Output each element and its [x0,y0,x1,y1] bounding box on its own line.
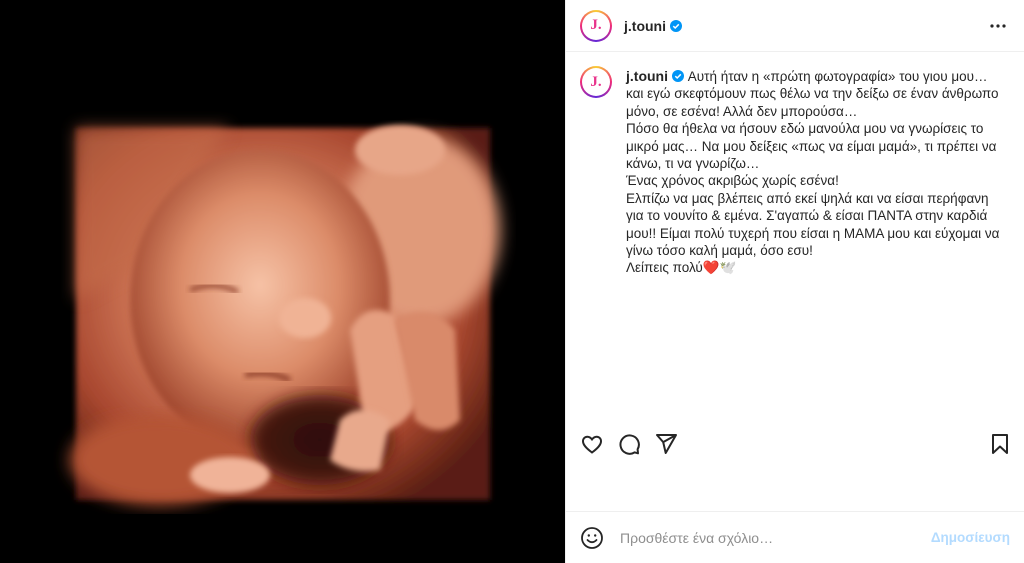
more-options-button[interactable] [986,14,1010,38]
caption-last-line-text: Λείπεις πολύ [626,260,703,276]
caption-line: Ένας χρόνος ακριβώς χωρίς εσένα! [626,173,839,189]
caption-first-line: j.touni Αυτή ήταν η «πρώτη φωτογραφία» τ… [626,68,999,85]
heart-dove-emoji-icon: ❤️🕊️ [702,260,737,276]
caption-line: και εγώ σκεφτόμουν πως θέλω να την δείξω… [626,86,999,102]
post-side-panel: J. j.touni J. j.touni Αυτή ήταν η «πρώτη… [565,0,1024,563]
caption-username-link[interactable]: j.touni [626,68,668,84]
avatar-logo-text: J. [590,17,602,33]
verified-badge-icon [670,19,682,32]
caption-text: j.touni Αυτή ήταν η «πρώτη φωτογραφία» τ… [626,68,999,277]
caption-avatar-inner: J. [582,68,610,96]
caption-line: Πόσο θα ήθελα να ήσουν εδώ μανούλα μου ν… [626,121,984,137]
emoji-picker-icon[interactable] [580,526,604,550]
post-header: J. j.touni [566,0,1024,52]
heart-icon[interactable] [580,432,604,456]
caption-first-line-text: Αυτή ήταν η «πρώτη φωτογραφία» του γιου … [684,69,988,84]
post-image[interactable] [0,0,565,563]
comment-input[interactable] [618,528,931,547]
caption-verified-badge-icon [672,70,684,82]
caption-area: J. j.touni Αυτή ήταν η «πρώτη φωτογραφία… [566,52,1024,563]
comment-icon[interactable] [617,432,641,456]
caption-line: Ελπίζω να μας βλέπεις από εκεί ψηλά και … [626,190,989,206]
caption-last-line: Λείπεις πολύ❤️🕊️ [626,259,999,276]
avatar[interactable]: J. [580,9,612,42]
ultrasound-photo [70,125,500,505]
post-comment-button[interactable]: Δημοσίευση [931,530,1010,545]
username-link[interactable]: j.touni [624,18,666,34]
caption-line: μόνο, σε εσένα! Αλλά δεν μπορούσα… [626,103,858,119]
more-horizontal-icon [990,23,1006,28]
caption-avatar-logo-text: J. [590,73,602,90]
action-bar [566,418,1024,470]
instagram-post: J. j.touni J. j.touni Αυτή ήταν η «πρώτη… [0,0,1024,563]
comment-bar: Δημοσίευση [566,511,1024,563]
share-icon[interactable] [654,432,678,456]
caption-avatar[interactable]: J. [580,66,612,98]
caption-line: μικρό μας… Να μου δείξεις «πως να είμαι … [626,138,997,154]
bookmark-icon[interactable] [988,432,1012,456]
avatar-inner: J. [582,11,610,40]
caption-line: κάνω, τι να γνωρίζω… [626,156,760,172]
caption-line: μου!! Είμαι πολύ τυχερή που είσαι η ΜΑΜΑ… [626,225,1000,241]
caption: J. j.touni Αυτή ήταν η «πρώτη φωτογραφία… [580,66,1010,277]
caption-line: για το νουνίτο & εμένα. Σ'αγαπώ & είσαι … [626,208,988,224]
caption-line: γίνω τόσο καλή μαμά, όσο εσυ! [626,243,813,259]
